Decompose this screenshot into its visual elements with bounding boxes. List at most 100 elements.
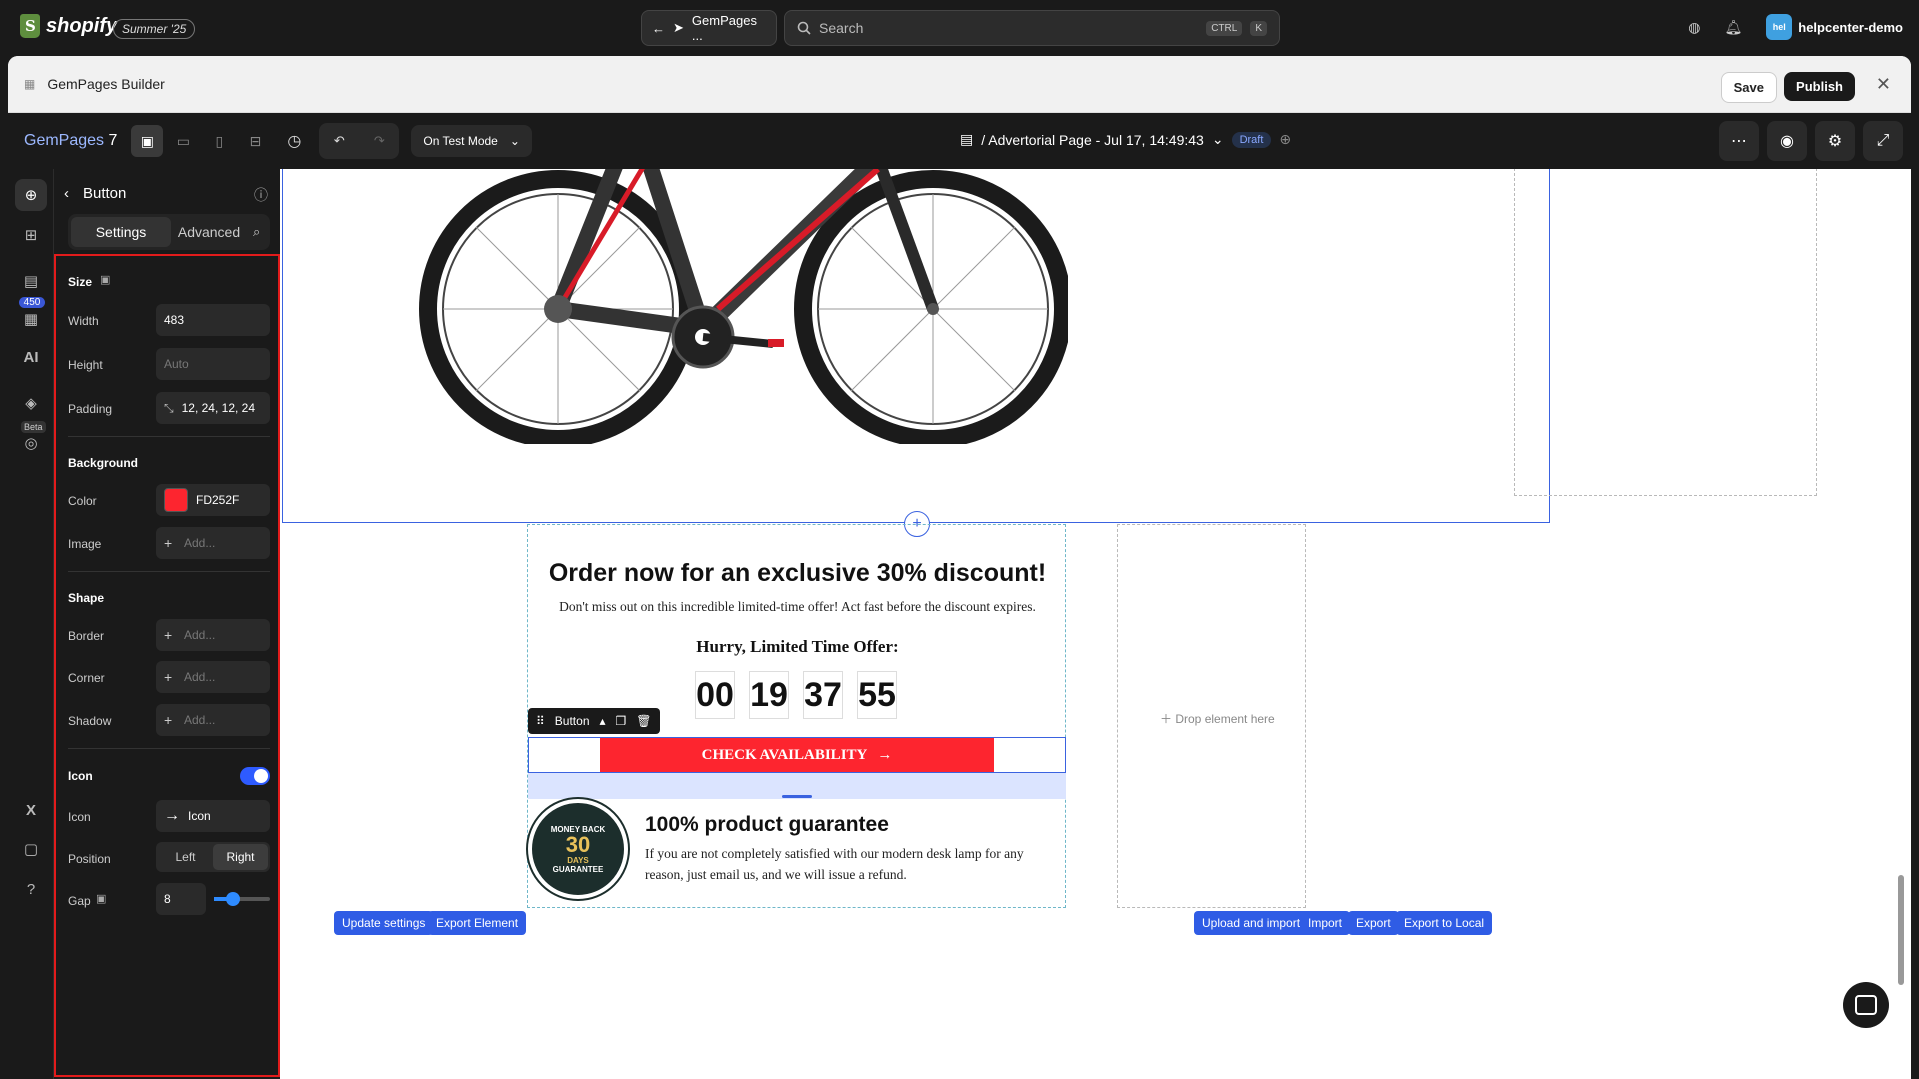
- kbd-ctrl: CTRL: [1206, 20, 1243, 36]
- border-label: Border: [68, 629, 105, 643]
- image-placeholder: Add...: [184, 536, 216, 550]
- canvas-scrollbar[interactable]: [1898, 875, 1904, 985]
- mobile-icon[interactable]: ▯: [203, 125, 235, 157]
- desktop-icon[interactable]: ▣: [131, 125, 164, 157]
- border-add-field[interactable]: + Add...: [156, 619, 270, 651]
- plus-icon: +: [164, 535, 173, 551]
- user-menu[interactable]: hel helpcenter-demo: [1766, 14, 1903, 40]
- image-add-field[interactable]: + Add...: [156, 527, 270, 559]
- divider: [68, 571, 270, 572]
- offer-heading[interactable]: Order now for an exclusive 30% discount!: [528, 559, 1067, 588]
- height-input[interactable]: Auto: [156, 348, 270, 380]
- color-picker[interactable]: FD252F: [156, 484, 270, 516]
- icon-toggle[interactable]: [240, 767, 270, 785]
- ai-icon[interactable]: AI: [15, 341, 47, 373]
- timer-minutes: 37: [803, 671, 843, 719]
- settings-panel: ‹ Button ⓘ Settings Advanced ⌕ Size ▣ Wi…: [54, 169, 280, 1079]
- export-element-button[interactable]: Export Element: [428, 911, 527, 935]
- bicycle-image[interactable]: [418, 169, 1068, 444]
- extension-icon[interactable]: X: [15, 794, 47, 826]
- export-local-button[interactable]: Export to Local: [1396, 911, 1493, 935]
- page-selector[interactable]: ▤ / Advertorial Page - Jul 17, 14:49:43 …: [960, 131, 1291, 148]
- history-icon[interactable]: ◷: [287, 131, 301, 151]
- chat-support-icon[interactable]: [1843, 982, 1889, 1028]
- mode-dropdown[interactable]: On Test Mode ⌄: [411, 125, 532, 157]
- offer-block[interactable]: Order now for an exclusive 30% discount!…: [526, 524, 1067, 908]
- undo-icon[interactable]: ↶: [319, 123, 359, 159]
- plus-icon: +: [164, 712, 173, 728]
- gap-input[interactable]: 8: [156, 883, 206, 915]
- edition-badge[interactable]: Summer '25: [113, 19, 196, 39]
- duplicate-icon[interactable]: ❐: [616, 714, 627, 728]
- shadow-add-field[interactable]: + Add...: [156, 704, 270, 736]
- brand-version: 7: [108, 132, 118, 149]
- export-button[interactable]: Export: [1348, 911, 1399, 935]
- empty-column[interactable]: [1514, 169, 1817, 496]
- avatar: hel: [1766, 14, 1793, 40]
- back-icon[interactable]: ‹: [64, 185, 69, 202]
- tablet-landscape-icon[interactable]: ▭: [167, 125, 199, 157]
- gap-slider[interactable]: [214, 892, 270, 906]
- more-icon[interactable]: ⋯: [1719, 121, 1759, 161]
- check-availability-button[interactable]: CHECK AVAILABILITY →: [600, 738, 994, 772]
- help-icon[interactable]: ?: [15, 873, 47, 905]
- close-icon[interactable]: ✕: [1876, 74, 1891, 95]
- clipboard-icon[interactable]: ▢: [15, 833, 47, 865]
- search-icon[interactable]: ⌕: [253, 224, 260, 240]
- app-window: ▦ GemPages Builder Save Publish ✕ GemPag…: [8, 56, 1911, 1079]
- layers-icon[interactable]: ◈: [15, 387, 47, 419]
- redo-icon[interactable]: ↷: [359, 123, 399, 159]
- templates-icon[interactable]: ▦: [15, 303, 47, 335]
- pages-icon[interactable]: ▤: [15, 265, 47, 297]
- sidekick-icon[interactable]: ◍: [1688, 19, 1700, 36]
- publish-button[interactable]: Publish: [1784, 72, 1855, 101]
- globe-icon[interactable]: ⊕: [1279, 131, 1291, 148]
- countdown-timer[interactable]: 00 19 37 55: [695, 671, 897, 719]
- sections-icon[interactable]: ⊞: [15, 219, 47, 251]
- padding-link-icon[interactable]: ⤡: [164, 401, 174, 416]
- help-icon[interactable]: ⓘ: [254, 185, 268, 205]
- preview-eye-icon[interactable]: ◉: [1767, 121, 1807, 161]
- shopify-logo[interactable]: shopify: [20, 14, 117, 38]
- layout-icon[interactable]: ⊟: [239, 125, 271, 157]
- app-switcher[interactable]: ← ➤ GemPages ...: [641, 10, 777, 46]
- padding-indicator[interactable]: [528, 773, 1066, 799]
- icon-value: Icon: [188, 809, 211, 823]
- arrow-right-icon: →: [877, 746, 893, 763]
- guarantee-heading[interactable]: 100% product guarantee: [645, 813, 889, 837]
- position-left-option[interactable]: Left: [158, 844, 213, 870]
- window-title: GemPages Builder: [47, 76, 165, 92]
- settings-gear-icon[interactable]: ⚙: [1815, 121, 1855, 161]
- upload-import-button[interactable]: Upload and import: [1194, 911, 1309, 935]
- padding-input[interactable]: ⤡ 12, 24, 12, 24: [156, 392, 270, 424]
- tab-advanced[interactable]: Advanced: [171, 217, 247, 247]
- tab-settings[interactable]: Settings: [71, 217, 171, 247]
- element-type-label[interactable]: Button: [555, 714, 590, 728]
- update-settings-button[interactable]: Update settings: [334, 911, 434, 935]
- position-right-option[interactable]: Right: [213, 844, 268, 870]
- bell-icon[interactable]: 🔔︎: [1724, 19, 1742, 36]
- offer-subtext[interactable]: Don't miss out on this incredible limite…: [528, 599, 1067, 615]
- money-back-seal: MONEY BACK 30 DAYS GUARANTEE: [526, 797, 630, 901]
- color-swatch[interactable]: [164, 488, 188, 512]
- save-button[interactable]: Save: [1720, 72, 1777, 103]
- add-element-icon[interactable]: ⊕: [15, 179, 47, 211]
- icon-picker[interactable]: → Icon: [156, 800, 270, 832]
- device-icon: ▣: [100, 274, 111, 286]
- trash-icon[interactable]: 🗑︎: [636, 714, 651, 728]
- user-name: helpcenter-demo: [1798, 19, 1903, 35]
- caret-up-icon[interactable]: ▴: [600, 714, 606, 728]
- arrow-right-icon: →: [164, 807, 180, 824]
- hurry-heading[interactable]: Hurry, Limited Time Offer:: [528, 637, 1067, 657]
- fullscreen-icon[interactable]: ⤢: [1863, 121, 1903, 161]
- search-input[interactable]: Search CTRL K: [784, 10, 1280, 46]
- seal-days: DAYS: [567, 855, 589, 865]
- corner-add-field[interactable]: + Add...: [156, 661, 270, 693]
- import-button[interactable]: Import: [1300, 911, 1351, 935]
- selected-button-wrapper[interactable]: CHECK AVAILABILITY →: [528, 737, 1066, 773]
- guarantee-text[interactable]: If you are not completely satisfied with…: [645, 843, 1065, 885]
- width-input[interactable]: 483: [156, 304, 270, 336]
- experiments-icon[interactable]: ◎: [15, 427, 47, 459]
- drag-handle-icon[interactable]: ⠿: [536, 714, 545, 728]
- width-value: 483: [164, 313, 185, 327]
